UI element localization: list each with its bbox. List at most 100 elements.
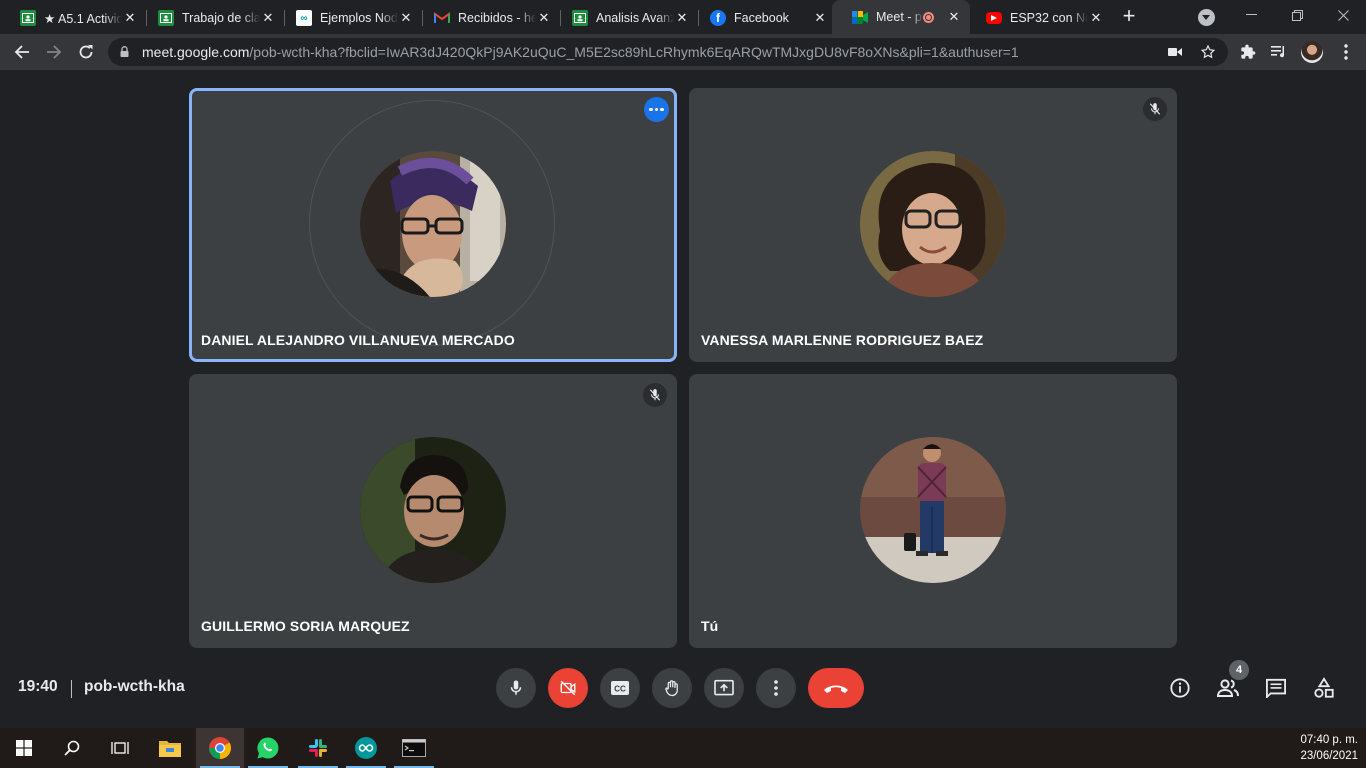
close-tab-icon[interactable]: ✕ (260, 10, 276, 26)
slack-taskbar-button[interactable] (294, 728, 342, 768)
browser-tab-strip: ★ A5.1 Activid ✕ Trabajo de cla ✕ ∞ Ejem… (0, 0, 1366, 34)
tab-youtube-esp32[interactable]: ESP32 con No ✕ (966, 4, 1112, 32)
close-tab-icon[interactable]: ✕ (1088, 10, 1104, 26)
participant-avatar (860, 437, 1006, 583)
terminal-taskbar-button[interactable] (390, 728, 438, 768)
chat-button[interactable] (1262, 674, 1290, 702)
present-screen-icon (714, 679, 734, 696)
chrome-icon (209, 737, 231, 759)
activities-button[interactable] (1310, 674, 1338, 702)
close-tab-icon[interactable]: ✕ (674, 10, 690, 26)
system-clock[interactable]: 07:40 p. m. 23/06/2021 (1300, 732, 1358, 764)
tab-meet-active[interactable]: Meet - po ✕ (832, 0, 970, 34)
new-tab-button[interactable]: + (1118, 5, 1140, 28)
back-button[interactable] (9, 39, 35, 65)
whatsapp-taskbar-button[interactable] (244, 728, 292, 768)
tab-search-icon[interactable] (1198, 9, 1215, 26)
people-icon (1216, 679, 1239, 697)
self-participant-tile[interactable]: Tú (689, 374, 1177, 648)
url-host: meet.google.com (142, 44, 250, 60)
svg-text:CC: CC (614, 685, 626, 694)
youtube-icon (986, 12, 1002, 24)
terminal-icon (402, 739, 426, 757)
close-tab-icon[interactable]: ✕ (122, 10, 138, 26)
tab-ejemplos-node[interactable]: ∞ Ejemplos Nod ✕ (276, 4, 422, 32)
microphone-button[interactable] (496, 668, 536, 708)
tab-title: Recibidos - he (458, 11, 536, 25)
participant-tile[interactable]: DANIEL ALEJANDRO VILLANUEVA MERCADO (189, 88, 677, 362)
close-tab-icon[interactable]: ✕ (812, 10, 828, 26)
arduino-taskbar-button[interactable] (342, 728, 390, 768)
extensions-puzzle-icon[interactable] (1235, 39, 1261, 65)
tab-recibidos-gmail[interactable]: Recibidos - he ✕ (414, 4, 560, 32)
tab-title: Facebook (734, 11, 789, 25)
chrome-taskbar-button[interactable] (196, 728, 244, 768)
close-tab-icon[interactable]: ✕ (398, 10, 414, 26)
raise-hand-icon (665, 680, 678, 697)
clock-time: 07:40 p. m. (1300, 734, 1358, 746)
forward-button[interactable] (41, 39, 67, 65)
profile-avatar[interactable] (1301, 41, 1323, 63)
tab-title: ESP32 con No (1010, 11, 1088, 25)
tab-trabajo-de-clase[interactable]: Trabajo de cla ✕ (138, 4, 284, 32)
url-text[interactable]: meet.google.com/pob-wcth-kha?fbclid=IwAR… (142, 44, 1019, 60)
microphone-icon (510, 680, 522, 695)
participant-name: DANIEL ALEJANDRO VILLANUEVA MERCADO (201, 332, 515, 348)
task-view-button[interactable] (96, 728, 144, 768)
camera-in-use-icon[interactable] (1166, 43, 1184, 61)
media-control-icon[interactable] (1266, 39, 1292, 65)
meeting-clock: 19:40 (18, 678, 58, 695)
tab-analisis-avanzado[interactable]: Analisis Avanz ✕ (552, 4, 698, 32)
lock-icon[interactable] (120, 46, 129, 57)
activities-shapes-icon (1314, 677, 1334, 698)
tab-title: ★ A5.1 Activid (44, 11, 122, 26)
camera-off-icon (560, 680, 576, 696)
participant-name: VANESSA MARLENNE RODRIGUEZ BAEZ (701, 332, 984, 348)
close-tab-icon[interactable]: ✕ (536, 10, 552, 26)
minimize-window-button[interactable] (1228, 0, 1274, 30)
whatsapp-icon (257, 737, 279, 759)
participant-tile[interactable]: VANESSA MARLENNE RODRIGUEZ BAEZ (689, 88, 1177, 362)
divider (71, 680, 72, 698)
classroom-icon (572, 10, 588, 26)
browser-toolbar: meet.google.com/pob-wcth-kha?fbclid=IwAR… (0, 34, 1366, 70)
meet-icon (852, 9, 868, 25)
bookmark-star-icon[interactable] (1199, 43, 1217, 61)
captions-button[interactable]: CC (600, 668, 640, 708)
leave-call-button[interactable] (808, 668, 864, 708)
arduino-icon: ∞ (296, 10, 312, 26)
tab-title: Analisis Avanz (596, 11, 674, 25)
participant-avatar (360, 151, 506, 297)
tab-a5-actividad[interactable]: ★ A5.1 Activid ✕ (0, 4, 146, 32)
task-view-icon (111, 742, 129, 754)
recording-indicator-icon (923, 11, 934, 23)
meeting-code: pob-wcth-kha (84, 678, 185, 695)
url-path: /pob-wcth-kha?fbclid=IwAR3dJ420QkPj9AK2u… (249, 44, 1019, 60)
closed-captions-icon: CC (611, 681, 629, 695)
muted-microphone-icon (1143, 97, 1167, 121)
clock-date: 23/06/2021 (1300, 750, 1358, 762)
present-screen-button[interactable] (704, 668, 744, 708)
meeting-details-button[interactable] (1166, 674, 1194, 702)
raise-hand-button[interactable] (652, 668, 692, 708)
tab-facebook[interactable]: f Facebook ✕ (690, 4, 836, 32)
file-explorer-icon (159, 741, 181, 757)
close-tab-icon[interactable]: ✕ (946, 9, 962, 25)
close-window-button[interactable] (1320, 0, 1366, 30)
more-options-button[interactable] (756, 668, 796, 708)
participant-options-button[interactable] (644, 97, 669, 122)
taskbar-search-button[interactable] (48, 728, 96, 768)
participant-name: GUILLERMO SORIA MARQUEZ (201, 618, 410, 634)
more-vert-icon (774, 680, 778, 696)
gmail-icon (434, 10, 450, 26)
file-explorer-button[interactable] (146, 728, 194, 768)
windows-start-button[interactable] (0, 728, 48, 768)
chrome-menu-icon[interactable] (1333, 39, 1359, 65)
reload-button[interactable] (73, 39, 99, 65)
address-bar[interactable]: meet.google.com/pob-wcth-kha?fbclid=IwAR… (108, 38, 1228, 66)
muted-microphone-icon (643, 383, 667, 407)
participant-tile[interactable]: GUILLERMO SORIA MARQUEZ (189, 374, 677, 648)
arduino-icon (355, 737, 377, 759)
restore-window-button[interactable] (1274, 0, 1320, 30)
camera-off-button[interactable] (548, 668, 588, 708)
